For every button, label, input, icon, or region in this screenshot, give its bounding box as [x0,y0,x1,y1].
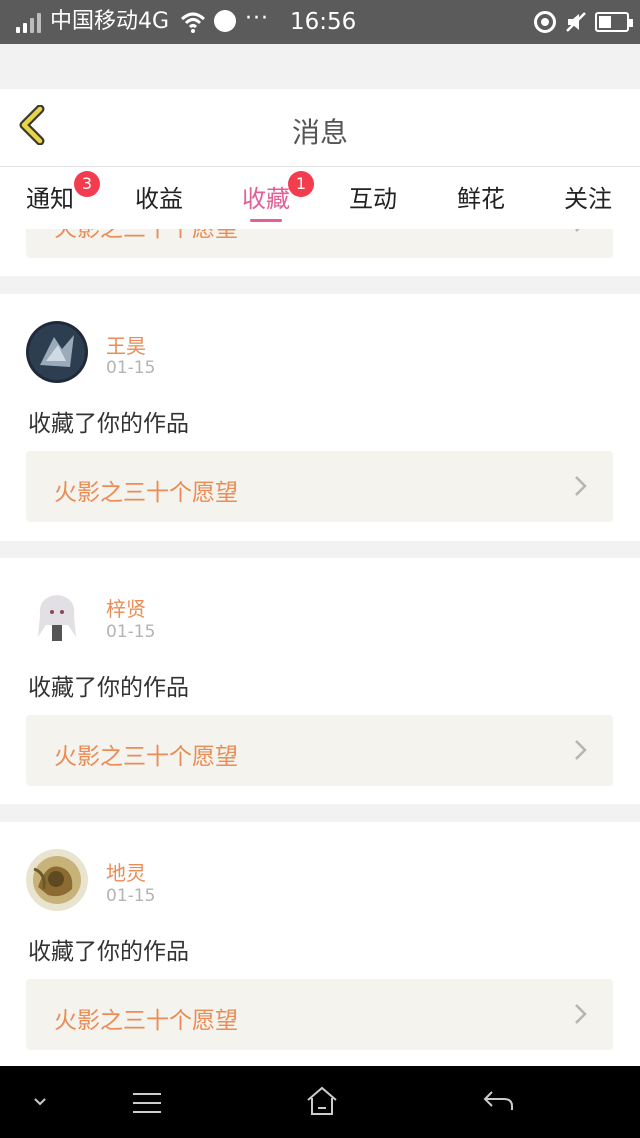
timestamp: 01-15 [106,886,156,906]
tab-flowers[interactable]: 鲜花 [441,179,521,214]
chevron-right-icon [575,1004,587,1024]
work-title: 火影之三十个愿望 [54,229,238,242]
more-notifications-icon: ··· [245,6,269,31]
work-title: 火影之三十个愿望 [54,480,238,506]
tab-interactions[interactable]: 互动 [333,179,413,214]
user-name[interactable]: 地灵 [106,857,146,886]
timestamp: 01-15 [106,622,156,642]
tab-bar: 通知 3 收益 收藏 1 互动 鲜花 关注 [0,167,640,229]
user-name[interactable]: 梓贤 [106,593,146,622]
chevron-right-icon [575,740,587,760]
notification-card: 梓贤 01-15 收藏了你的作品 火影之三十个愿望 [0,558,640,804]
action-text: 收藏了你的作品 [28,939,189,965]
chevron-right-icon [575,476,587,496]
chevron-right-icon [575,229,580,232]
clock: 16:56 [290,9,357,35]
action-text: 收藏了你的作品 [28,411,189,437]
unread-badge: 1 [288,171,314,197]
avatar[interactable] [26,585,88,647]
work-link[interactable]: 火影之三十个愿望 [26,451,613,522]
menu-icon[interactable] [132,1092,162,1114]
tab-earnings[interactable]: 收益 [119,179,199,214]
tab-follows[interactable]: 关注 [548,179,628,214]
active-tab-indicator [250,219,282,222]
tab-notifications[interactable]: 通知 3 [10,171,100,214]
notification-card: 火影之三十个愿望 [0,229,640,276]
chevron-down-icon[interactable] [32,1096,48,1108]
tab-label: 互动 [349,185,397,213]
location-icon [534,11,556,33]
work-title: 火影之三十个愿望 [54,1008,238,1034]
back-arrow-icon[interactable] [482,1088,514,1114]
action-text: 收藏了你的作品 [28,675,189,701]
home-icon[interactable] [306,1086,338,1116]
avatar[interactable] [26,321,88,383]
wifi-icon [180,12,206,33]
tab-label: 关注 [564,185,612,213]
mute-icon [566,12,586,32]
carrier-label: 中国移动4G [50,9,170,34]
tab-favorites[interactable]: 收藏 1 [226,171,314,222]
tab-label: 收益 [135,185,183,213]
tab-label: 鲜花 [457,185,505,213]
notification-card: 王昊 01-15 收藏了你的作品 火影之三十个愿望 [0,294,640,541]
tab-label: 收藏 [242,185,290,213]
notification-card: 地灵 01-15 收藏了你的作品 火影之三十个愿望 [0,822,640,1066]
header: 消息 [0,89,640,167]
avatar[interactable] [26,849,88,911]
work-link[interactable]: 火影之三十个愿望 [26,979,613,1050]
user-name[interactable]: 王昊 [106,330,146,359]
work-link[interactable]: 火影之三十个愿望 [26,229,613,258]
timestamp: 01-15 [106,358,156,378]
signal-icon [16,13,44,33]
work-link[interactable]: 火影之三十个愿望 [26,715,613,786]
browser-icon [214,10,236,32]
tab-label: 通知 [26,185,74,213]
battery-icon [595,12,633,32]
unread-badge: 3 [74,171,100,197]
status-bar: 中国移动4G ··· 16:56 [0,0,640,44]
work-title: 火影之三十个愿望 [54,744,238,770]
system-nav-bar [0,1066,640,1138]
page-title: 消息 [291,116,348,149]
